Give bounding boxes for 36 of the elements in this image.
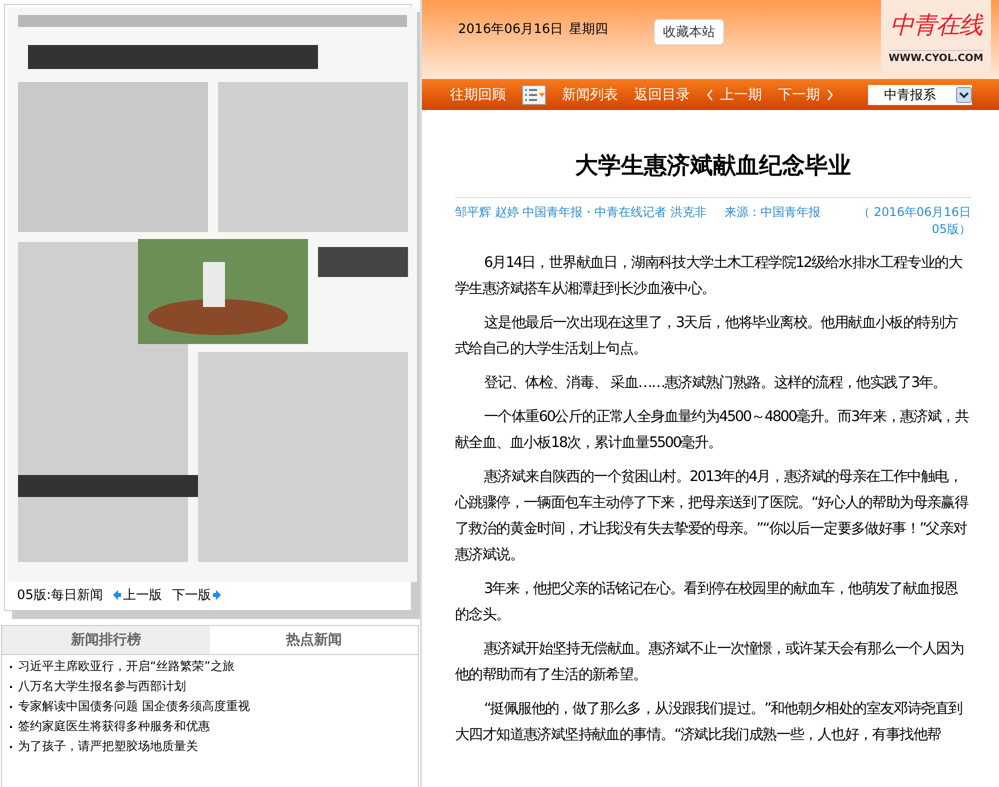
article-paragraph: 一个体重60公斤的正常人全身血量约为4500～4800毫升。而3年来，惠济斌，共献全血、血小板18次，累计血量5500毫升。 xyxy=(455,408,970,453)
article-paragraph: 登记、体检、消毒、 采血……惠济斌熟门熟路。这样的流程，他实践了3年。 xyxy=(483,374,948,393)
panel-tab[interactable]: 新闻排行榜 xyxy=(2,626,210,654)
date-edition-label: （ 2016年06月16日 05版） xyxy=(857,204,971,238)
news-link[interactable]: 为了孩子，请严把塑胶场地质量关 xyxy=(18,738,198,755)
news-link[interactable]: 八万名大学生报名参与西部计划 xyxy=(18,678,186,695)
news-link[interactable]: 专家解读中国债务问题 国企债务须高度重视 xyxy=(18,698,250,715)
date-label: 2016年06月16日 xyxy=(458,21,564,38)
article-paragraph: 惠济斌开始坚持无偿献血。惠济斌不止一次憧憬，或许某天会有那么一个人因为他的帮助而有了生活的新希望。 xyxy=(455,640,965,685)
paper-select[interactable]: 中青报系 xyxy=(868,84,972,104)
article-title: 大学生惠济斌献血纪念毕业 xyxy=(574,152,852,181)
chevron-left-icon xyxy=(706,88,714,100)
source-label: 来源：中国青年报 xyxy=(724,204,820,221)
logo-text: 中青在线 xyxy=(890,10,982,41)
news-link[interactable]: 签约家庭医生将获得多种服务和优惠 xyxy=(18,718,210,735)
chevron-right-icon xyxy=(826,88,834,100)
site-logo[interactable]: 中青在线 WWW.CYOL.COM xyxy=(881,0,991,74)
news-list-link[interactable]: 新闻列表 xyxy=(562,86,618,104)
contents-link[interactable]: 返回目录 xyxy=(634,86,690,104)
article-paragraph: “挺佩服他的，做了那么多，从没跟我们提过。”和他朝夕相处的室友邓诗尧直到大四才知道惠济斌坚持献血的事情。“济斌比我们成熟一些，人也好，有事找他帮 xyxy=(455,700,964,745)
arrow-right-icon xyxy=(212,590,221,600)
arrow-left-icon xyxy=(112,590,121,600)
article-paragraph: 6月14日，世界献血日，湖南科技大学土木工程学院12级给水排水工程专业的大学生惠济斌搭车从湘潭赶到长沙血液中心。 xyxy=(455,254,964,299)
article-paragraph: 3年来，他把父亲的话铭记在心。看到停在校园里的献血车，他萌发了献血报恩的念头。 xyxy=(455,580,959,625)
prev-page-link[interactable]: 上一版 xyxy=(112,586,162,604)
news-link[interactable]: 习近平主席欧亚行，开启“丝路繁荣”之旅 xyxy=(18,658,234,675)
edition-label: 05版:每日新闻 xyxy=(17,587,103,604)
logo-url: WWW.CYOL.COM xyxy=(888,50,984,64)
article-paragraph: 这是他最后一次出现在这里了，3天后，他将毕业离校。他用献血小板的特别方式给自己的大学生活划上句点。 xyxy=(455,314,959,359)
author-line: 邹平辉 赵婷 中国青年报・中青在线记者 洪克非 xyxy=(455,204,706,221)
list-dropdown-icon[interactable] xyxy=(522,84,546,104)
dropdown-icon xyxy=(956,86,972,102)
bookmark-button[interactable]: 收藏本站 xyxy=(654,19,724,45)
next-page-link[interactable]: 下一版 xyxy=(172,586,221,604)
article-paragraph: 惠济斌来自陕西的一个贫困山村。2013年的4月，惠济斌的母亲在工作中触电，心跳骤停，一辆面包车主动停了下来，把母亲送到了医院。“好心人的帮助为母亲赢得了救治的黄金时间，才让我没有失去挚爱的母亲。”“你以后一定要多做好事！”父亲对惠济斌说。 xyxy=(455,468,970,565)
weekday-label: 星期四 xyxy=(569,21,608,38)
